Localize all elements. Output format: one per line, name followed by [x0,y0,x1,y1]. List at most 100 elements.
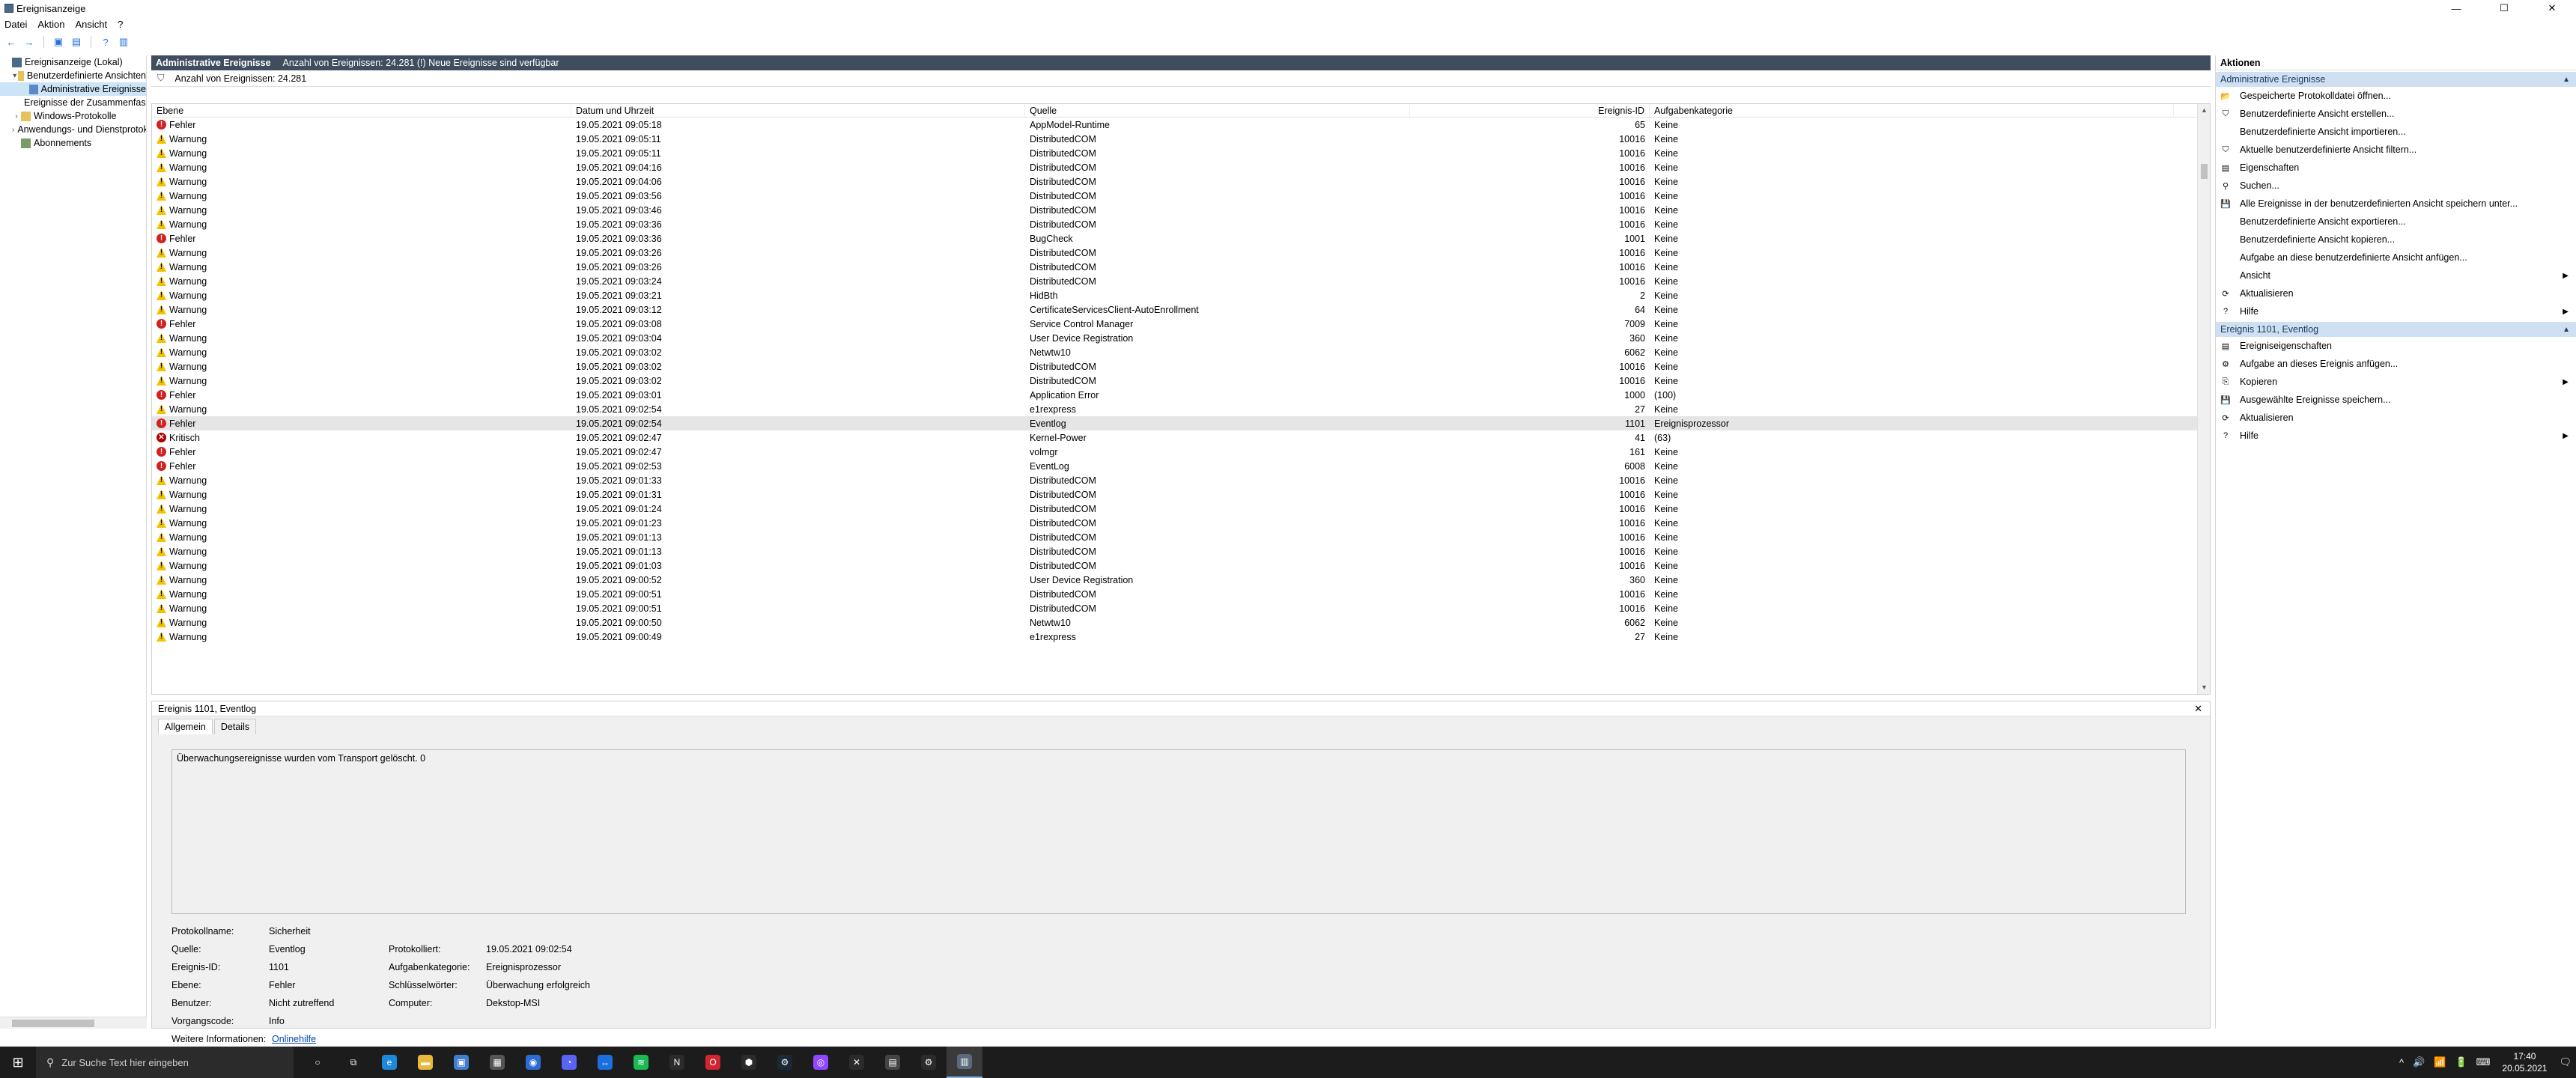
table-row[interactable]: ! Warnung 19.05.2021 09:03:02 DistributedCO… [152,374,2210,388]
table-row[interactable]: ! Warnung 19.05.2021 09:01:13 DistributedCO… [152,544,2210,558]
column-header-datetime[interactable]: Datum und Uhrzeit [571,104,1025,117]
online-help-link[interactable]: Onlinehilfe [272,1034,316,1044]
table-row[interactable]: ! Warnung 19.05.2021 09:00:51 DistributedCO… [152,601,2210,615]
close-button[interactable]: ✕ [2528,0,2576,16]
tray-overflow-icon[interactable]: ^ [2399,1057,2404,1068]
teamviewer-icon[interactable]: ↔ [587,1047,623,1078]
column-header-level[interactable]: Ebene [152,104,571,117]
volume-icon[interactable]: 🔊 [2413,1056,2425,1068]
opera-icon[interactable]: O [695,1047,731,1078]
table-row[interactable]: ! Warnung 19.05.2021 09:01:03 DistributedCO… [152,558,2210,573]
tree-item[interactable]: Administrative Ereignisse [0,82,146,96]
table-row[interactable]: ! Fehler 19.05.2021 09:02:47 volmgr 161 Keine [152,445,2210,459]
scroll-down-icon[interactable]: ▼ [2198,681,2210,694]
store-icon[interactable]: ▣ [443,1047,479,1078]
action-item[interactable]: Aufgabe an diese benutzerdefinierte Ansi… [2216,249,2576,267]
actions-section-view[interactable]: Administrative Ereignisse ▲ [2216,72,2576,87]
tree-item[interactable]: Ereignisanzeige (Lokal) [0,55,146,69]
table-row[interactable]: ! Warnung 19.05.2021 09:00:50 Netwtw10 6062 K… [152,615,2210,630]
tree-item[interactable]: Abonnements [0,136,146,150]
scrollbar-thumb[interactable] [12,1020,94,1027]
table-row[interactable]: ! Warnung 19.05.2021 09:03:36 DistributedCO… [152,217,2210,231]
back-icon[interactable]: ← [4,35,18,49]
actions-section-event[interactable]: Ereignis 1101, Eventlog ▲ [2216,322,2576,337]
table-row[interactable]: ! Warnung 19.05.2021 09:03:26 DistributedCO… [152,260,2210,274]
table-row[interactable]: ! Warnung 19.05.2021 09:03:26 DistributedCO… [152,246,2210,260]
clock[interactable]: 17:40 20.05.2021 [2502,1050,2547,1074]
tree-horizontal-scrollbar[interactable] [0,1017,147,1029]
tab-details[interactable]: Details [213,719,257,734]
up-folder-icon[interactable]: ▣ [52,35,65,49]
table-row[interactable]: ! Fehler 19.05.2021 09:03:01 Application Er… [152,388,2210,402]
table-row[interactable]: ! Fehler 19.05.2021 09:05:18 AppModel-Runti… [152,118,2210,132]
settings-icon[interactable]: ⚙ [911,1047,947,1078]
table-row[interactable]: ! Warnung 19.05.2021 09:04:06 DistributedCO… [152,174,2210,189]
minimize-button[interactable]: — [2432,0,2480,16]
table-row[interactable]: ! Warnung 19.05.2021 09:03:24 DistributedCO… [152,274,2210,288]
cortana-icon[interactable]: ○ [300,1047,335,1078]
app-white-icon[interactable]: ⬢ [731,1047,767,1078]
table-row[interactable]: ! Warnung 19.05.2021 09:03:02 DistributedCO… [152,359,2210,374]
steam-icon[interactable]: ⚙ [767,1047,803,1078]
action-item[interactable]: Benutzerdefinierte Ansicht exportieren..… [2216,213,2576,231]
discord-icon[interactable]: ◔ [551,1047,587,1078]
tree-item[interactable]: › Windows-Protokolle [0,109,146,123]
column-header-event-id[interactable]: Ereignis-ID [1410,104,1650,117]
menu-aktion[interactable]: Aktion [37,19,64,30]
table-row[interactable]: ! Warnung 19.05.2021 09:03:04 User Device R… [152,331,2210,345]
properties-icon[interactable]: ▤ [70,35,83,49]
forward-icon[interactable]: → [22,35,36,49]
table-row[interactable]: ! Warnung 19.05.2021 09:00:49 e1rexpress 27 K… [152,630,2210,644]
taskbar-search[interactable]: ⚲ Zur Suche Text hier eingeben [36,1047,294,1078]
tree-item[interactable]: ▾ Benutzerdefinierte Ansichten [0,69,146,82]
tree-item[interactable]: ›Anwendungs- und Dienstprotokolle [0,123,146,136]
column-header-category[interactable]: Aufgabenkategorie [1650,104,2174,117]
action-item[interactable]: ⚙ Aufgabe an dieses Ereignis anfügen... [2216,355,2576,373]
spotify-icon[interactable]: ≋ [623,1047,659,1078]
action-item[interactable]: Ansicht ▶ [2216,267,2576,284]
event-viewer-task-icon[interactable]: ▥ [947,1047,982,1078]
action-item[interactable]: ▤ Eigenschaften [2216,159,2576,177]
table-row[interactable]: ! Warnung 19.05.2021 09:03:02 Netwtw10 6062 K… [152,345,2210,359]
windows-start-icon[interactable]: ⊞ [0,1047,36,1078]
action-item[interactable]: ⟳ Aktualisieren [2216,284,2576,302]
network-icon[interactable]: 📶 [2434,1056,2446,1068]
action-item[interactable]: ⛉ Aktuelle benutzerdefinierte Ansicht fil… [2216,141,2576,159]
expand-chevron-icon[interactable]: › [12,126,14,134]
view-pane-icon[interactable]: ▥ [117,35,130,49]
table-row[interactable]: ! Warnung 19.05.2021 09:05:11 DistributedCO… [152,132,2210,146]
scroll-up-icon[interactable]: ▲ [2198,104,2210,117]
table-row[interactable]: ! Fehler 19.05.2021 09:02:54 Eventlog 1101 Er… [152,416,2210,430]
scrollbar-thumb[interactable] [2201,164,2208,179]
column-header-source[interactable]: Quelle [1025,104,1410,117]
table-row[interactable]: ! Warnung 19.05.2021 09:01:13 DistributedCO… [152,530,2210,544]
table-row[interactable]: ! Warnung 19.05.2021 09:00:52 User Device R… [152,573,2210,587]
collapse-icon[interactable]: ▲ [2563,326,2570,334]
table-row[interactable]: ! Fehler 19.05.2021 09:03:08 Service Contro… [152,317,2210,331]
xbox-icon[interactable]: ✕ [839,1047,875,1078]
action-item[interactable]: ⛉ Benutzerdefinierte Ansicht erstellen... [2216,105,2576,123]
table-row[interactable]: ! Warnung 19.05.2021 09:01:33 DistributedCO… [152,473,2210,487]
table-row[interactable]: ! Warnung 19.05.2021 09:01:31 DistributedCO… [152,487,2210,502]
table-row[interactable]: ! Fehler 19.05.2021 09:02:53 EventLog 6008 Ke… [152,459,2210,473]
table-row[interactable]: ! Fehler 19.05.2021 09:03:36 BugCheck 1001 Ke… [152,231,2210,246]
battery-icon[interactable]: 🔋 [2455,1056,2467,1068]
action-item[interactable]: ⚲ Suchen... [2216,177,2576,195]
edge-icon[interactable]: e [371,1047,407,1078]
notes-icon[interactable]: ▤ [875,1047,911,1078]
table-row[interactable]: ! Warnung 19.05.2021 09:03:46 DistributedCO… [152,203,2210,217]
app-blue-icon[interactable]: ◉ [515,1047,551,1078]
collapse-icon[interactable]: ▲ [2563,76,2570,84]
twitch-icon[interactable]: ◎ [803,1047,839,1078]
menu-ansicht[interactable]: Ansicht [76,19,108,30]
notification-icon[interactable]: 🗨 [2559,1056,2572,1068]
action-item[interactable]: ⎘ Kopieren ▶ [2216,373,2576,391]
expand-chevron-icon[interactable]: ▾ [12,72,18,80]
table-row[interactable]: ! Warnung 19.05.2021 09:01:23 DistributedCO… [152,516,2210,530]
table-row[interactable]: ! Warnung 19.05.2021 09:05:11 DistributedCO… [152,146,2210,160]
action-item[interactable]: 💾 Ausgewählte Ereignisse speichern... [2216,391,2576,409]
calculator-icon[interactable]: ▦ [479,1047,515,1078]
table-row[interactable]: ! Warnung 19.05.2021 09:00:51 DistributedCO… [152,587,2210,601]
maximize-button[interactable]: ☐ [2480,0,2528,16]
menu-datei[interactable]: Datei [4,19,27,30]
